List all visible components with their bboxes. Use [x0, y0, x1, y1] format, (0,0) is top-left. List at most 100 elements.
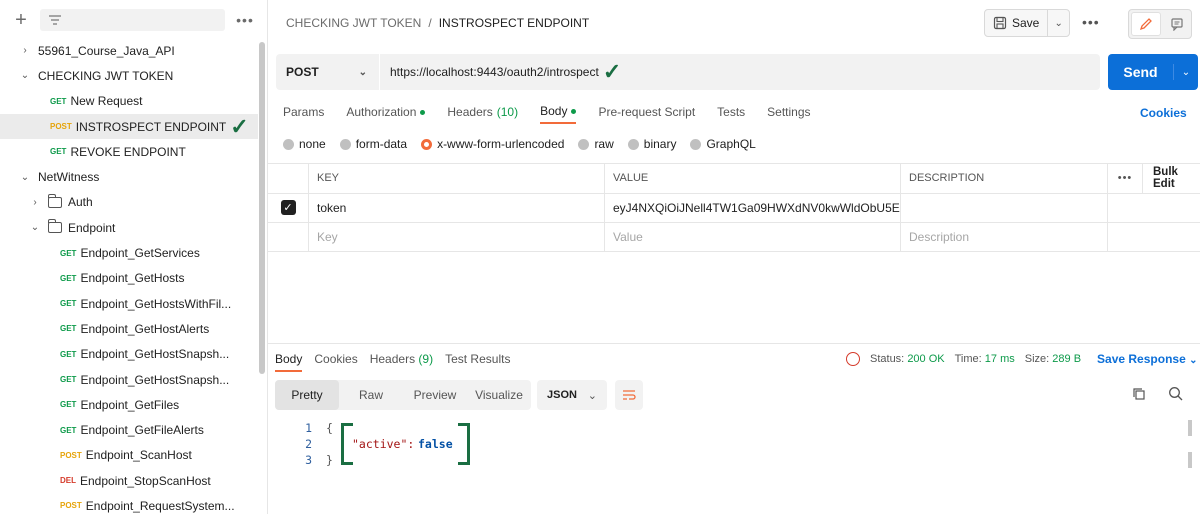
- radio-urlencoded[interactable]: x-www-form-urlencoded: [421, 137, 564, 151]
- tree-request-item[interactable]: GET Endpoint_GetHostSnapsh...: [0, 367, 258, 392]
- chevron-right-icon[interactable]: ›: [30, 197, 40, 208]
- view-raw[interactable]: Raw: [339, 380, 403, 410]
- radio-none[interactable]: none: [283, 137, 326, 151]
- value-input[interactable]: Value: [605, 223, 901, 251]
- sidebar-scrollbar[interactable]: [259, 42, 265, 374]
- size[interactable]: Size: 289 B: [1025, 353, 1081, 365]
- tree-request-item[interactable]: POST Endpoint_RequestSystem...: [0, 493, 258, 514]
- resp-tab-cookies[interactable]: Cookies: [314, 352, 357, 372]
- response-divider[interactable]: [268, 343, 1200, 344]
- line-number: 2: [305, 437, 312, 451]
- new-plus-icon[interactable]: +: [10, 9, 32, 32]
- send-dropdown-icon[interactable]: ⌄: [1174, 67, 1198, 78]
- search-icon[interactable]: [1168, 386, 1183, 404]
- table-more-icon[interactable]: •••: [1108, 164, 1143, 193]
- tree-request-item[interactable]: POST Endpoint_ScanHost: [0, 443, 258, 468]
- radio-binary[interactable]: binary: [627, 137, 676, 151]
- edit-mode-button[interactable]: [1131, 12, 1161, 36]
- tree-request-item[interactable]: GET Endpoint_GetServices: [0, 240, 258, 265]
- key-input[interactable]: Key: [309, 223, 605, 251]
- header-check-cell: [268, 164, 309, 193]
- tree-request-item[interactable]: POST INSTROSPECT ENDPOINT ✓: [0, 113, 258, 140]
- tree-folder-item[interactable]: ⌄ CHECKING JWT TOKEN: [0, 63, 258, 88]
- tab-body[interactable]: Body: [540, 100, 577, 124]
- status[interactable]: Status: 200 OK: [870, 353, 945, 365]
- method-badge: GET: [60, 248, 77, 258]
- request-tabs: Params Authorization Headers (10) Body Pr…: [283, 100, 811, 126]
- tree-request-item[interactable]: GET REVOKE ENDPOINT: [0, 139, 258, 164]
- tree-folder-item[interactable]: › Auth: [0, 190, 258, 215]
- tree-request-item[interactable]: GET Endpoint_GetHosts: [0, 266, 258, 291]
- value-cell[interactable]: eyJ4NXQiOiJNell4TW1Ga09HWXdNV0kwWldObU5E…: [605, 193, 901, 222]
- json-value: false: [418, 437, 453, 451]
- radio-raw[interactable]: raw: [578, 137, 614, 151]
- copy-icon[interactable]: [1132, 387, 1146, 404]
- radio-form-data[interactable]: form-data: [339, 137, 407, 151]
- time[interactable]: Time: 17 ms: [955, 353, 1015, 365]
- tree-item-label: REVOKE ENDPOINT: [70, 144, 186, 159]
- url-input[interactable]: https://localhost:9443/oauth2/introspect…: [380, 61, 621, 83]
- tree-request-item[interactable]: GET New Request: [0, 89, 258, 114]
- method-select[interactable]: POST ⌄: [276, 54, 380, 90]
- tab-headers[interactable]: Headers (10): [447, 100, 518, 124]
- chevron-down-icon[interactable]: ⌄: [20, 172, 30, 183]
- chevron-down-icon[interactable]: ⌄: [20, 70, 30, 81]
- description-cell[interactable]: [901, 193, 1108, 222]
- cookies-link[interactable]: Cookies: [1140, 106, 1200, 120]
- chevron-down-icon[interactable]: ⌄: [30, 222, 40, 233]
- wrap-lines-button[interactable]: [615, 380, 643, 410]
- tab-tests[interactable]: Tests: [717, 100, 745, 124]
- globe-icon[interactable]: [846, 352, 860, 366]
- description-input[interactable]: Description: [901, 223, 1108, 251]
- comments-button[interactable]: [1163, 10, 1191, 38]
- save-dropdown-icon[interactable]: ⌄: [1048, 18, 1069, 29]
- tree-folder-item[interactable]: ⌄ NetWitness: [0, 164, 258, 189]
- breadcrumb-parent[interactable]: CHECKING JWT TOKEN: [286, 16, 421, 30]
- tab-authorization[interactable]: Authorization: [346, 100, 426, 124]
- tab-authorization-label: Authorization: [346, 105, 417, 119]
- view-visualize[interactable]: Visualize: [467, 380, 531, 410]
- tree-item-label: 55961_Course_Java_API: [38, 43, 175, 58]
- sidebar-more-icon[interactable]: •••: [233, 12, 257, 28]
- tree-request-item[interactable]: GET Endpoint_GetHostAlerts: [0, 316, 258, 341]
- format-select[interactable]: JSON ⌄: [537, 380, 607, 410]
- sidebar-filter[interactable]: [40, 9, 225, 31]
- response-meta: Status: 200 OK Time: 17 ms Size: 289 B S…: [846, 352, 1197, 366]
- radio-circle-icon: [578, 138, 590, 150]
- view-pretty[interactable]: Pretty: [275, 380, 339, 410]
- save-response-button[interactable]: Save Response ⌄: [1097, 352, 1197, 366]
- resp-tab-body[interactable]: Body: [275, 352, 303, 372]
- more-options-icon[interactable]: •••: [1082, 14, 1100, 30]
- table-header-row: KEY VALUE DESCRIPTION ••• Bulk Edit: [268, 163, 1200, 193]
- send-button[interactable]: Send ⌄: [1108, 54, 1198, 90]
- tree-request-item[interactable]: DEL Endpoint_StopScanHost: [0, 468, 258, 493]
- resp-tab-headers[interactable]: Headers (9): [370, 352, 433, 372]
- breadcrumb-current[interactable]: INSTROSPECT ENDPOINT: [439, 16, 589, 30]
- tree-folder-item[interactable]: › 55961_Course_Java_API: [0, 38, 258, 63]
- tree-request-item[interactable]: GET Endpoint_GetHostSnapsh...: [0, 342, 258, 367]
- size-value: 289 B: [1052, 353, 1082, 365]
- key-cell[interactable]: token: [309, 193, 605, 222]
- row-checkbox[interactable]: ✓: [268, 193, 309, 222]
- tree-request-item[interactable]: GET Endpoint_GetFileAlerts: [0, 417, 258, 442]
- radio-graphql[interactable]: GraphQL: [690, 137, 756, 151]
- tree-request-item[interactable]: GET Endpoint_GetHostsWithFil...: [0, 291, 258, 316]
- json-brace-close: }: [326, 453, 333, 467]
- bulk-edit-button[interactable]: Bulk Edit: [1143, 164, 1200, 193]
- tab-settings[interactable]: Settings: [767, 100, 810, 124]
- format-value: JSON: [547, 389, 577, 401]
- tab-params[interactable]: Params: [283, 100, 324, 124]
- method-badge: GET: [60, 375, 77, 384]
- json-key: "active":: [352, 437, 415, 451]
- resp-tab-test-results[interactable]: Test Results: [445, 352, 510, 372]
- tab-pre-request-script[interactable]: Pre-request Script: [598, 100, 695, 124]
- tree-folder-item[interactable]: ⌄ Endpoint: [0, 215, 258, 240]
- radio-circle-icon: [627, 138, 639, 150]
- save-button[interactable]: Save ⌄: [984, 9, 1070, 37]
- view-preview[interactable]: Preview: [403, 380, 467, 410]
- chevron-right-icon[interactable]: ›: [20, 45, 30, 56]
- tree-request-item[interactable]: GET Endpoint_GetFiles: [0, 392, 258, 417]
- view-mode-toggle: [1128, 9, 1192, 39]
- tab-headers-label: Headers: [447, 105, 493, 119]
- tree-item-label: Endpoint_GetHostAlerts: [80, 321, 210, 336]
